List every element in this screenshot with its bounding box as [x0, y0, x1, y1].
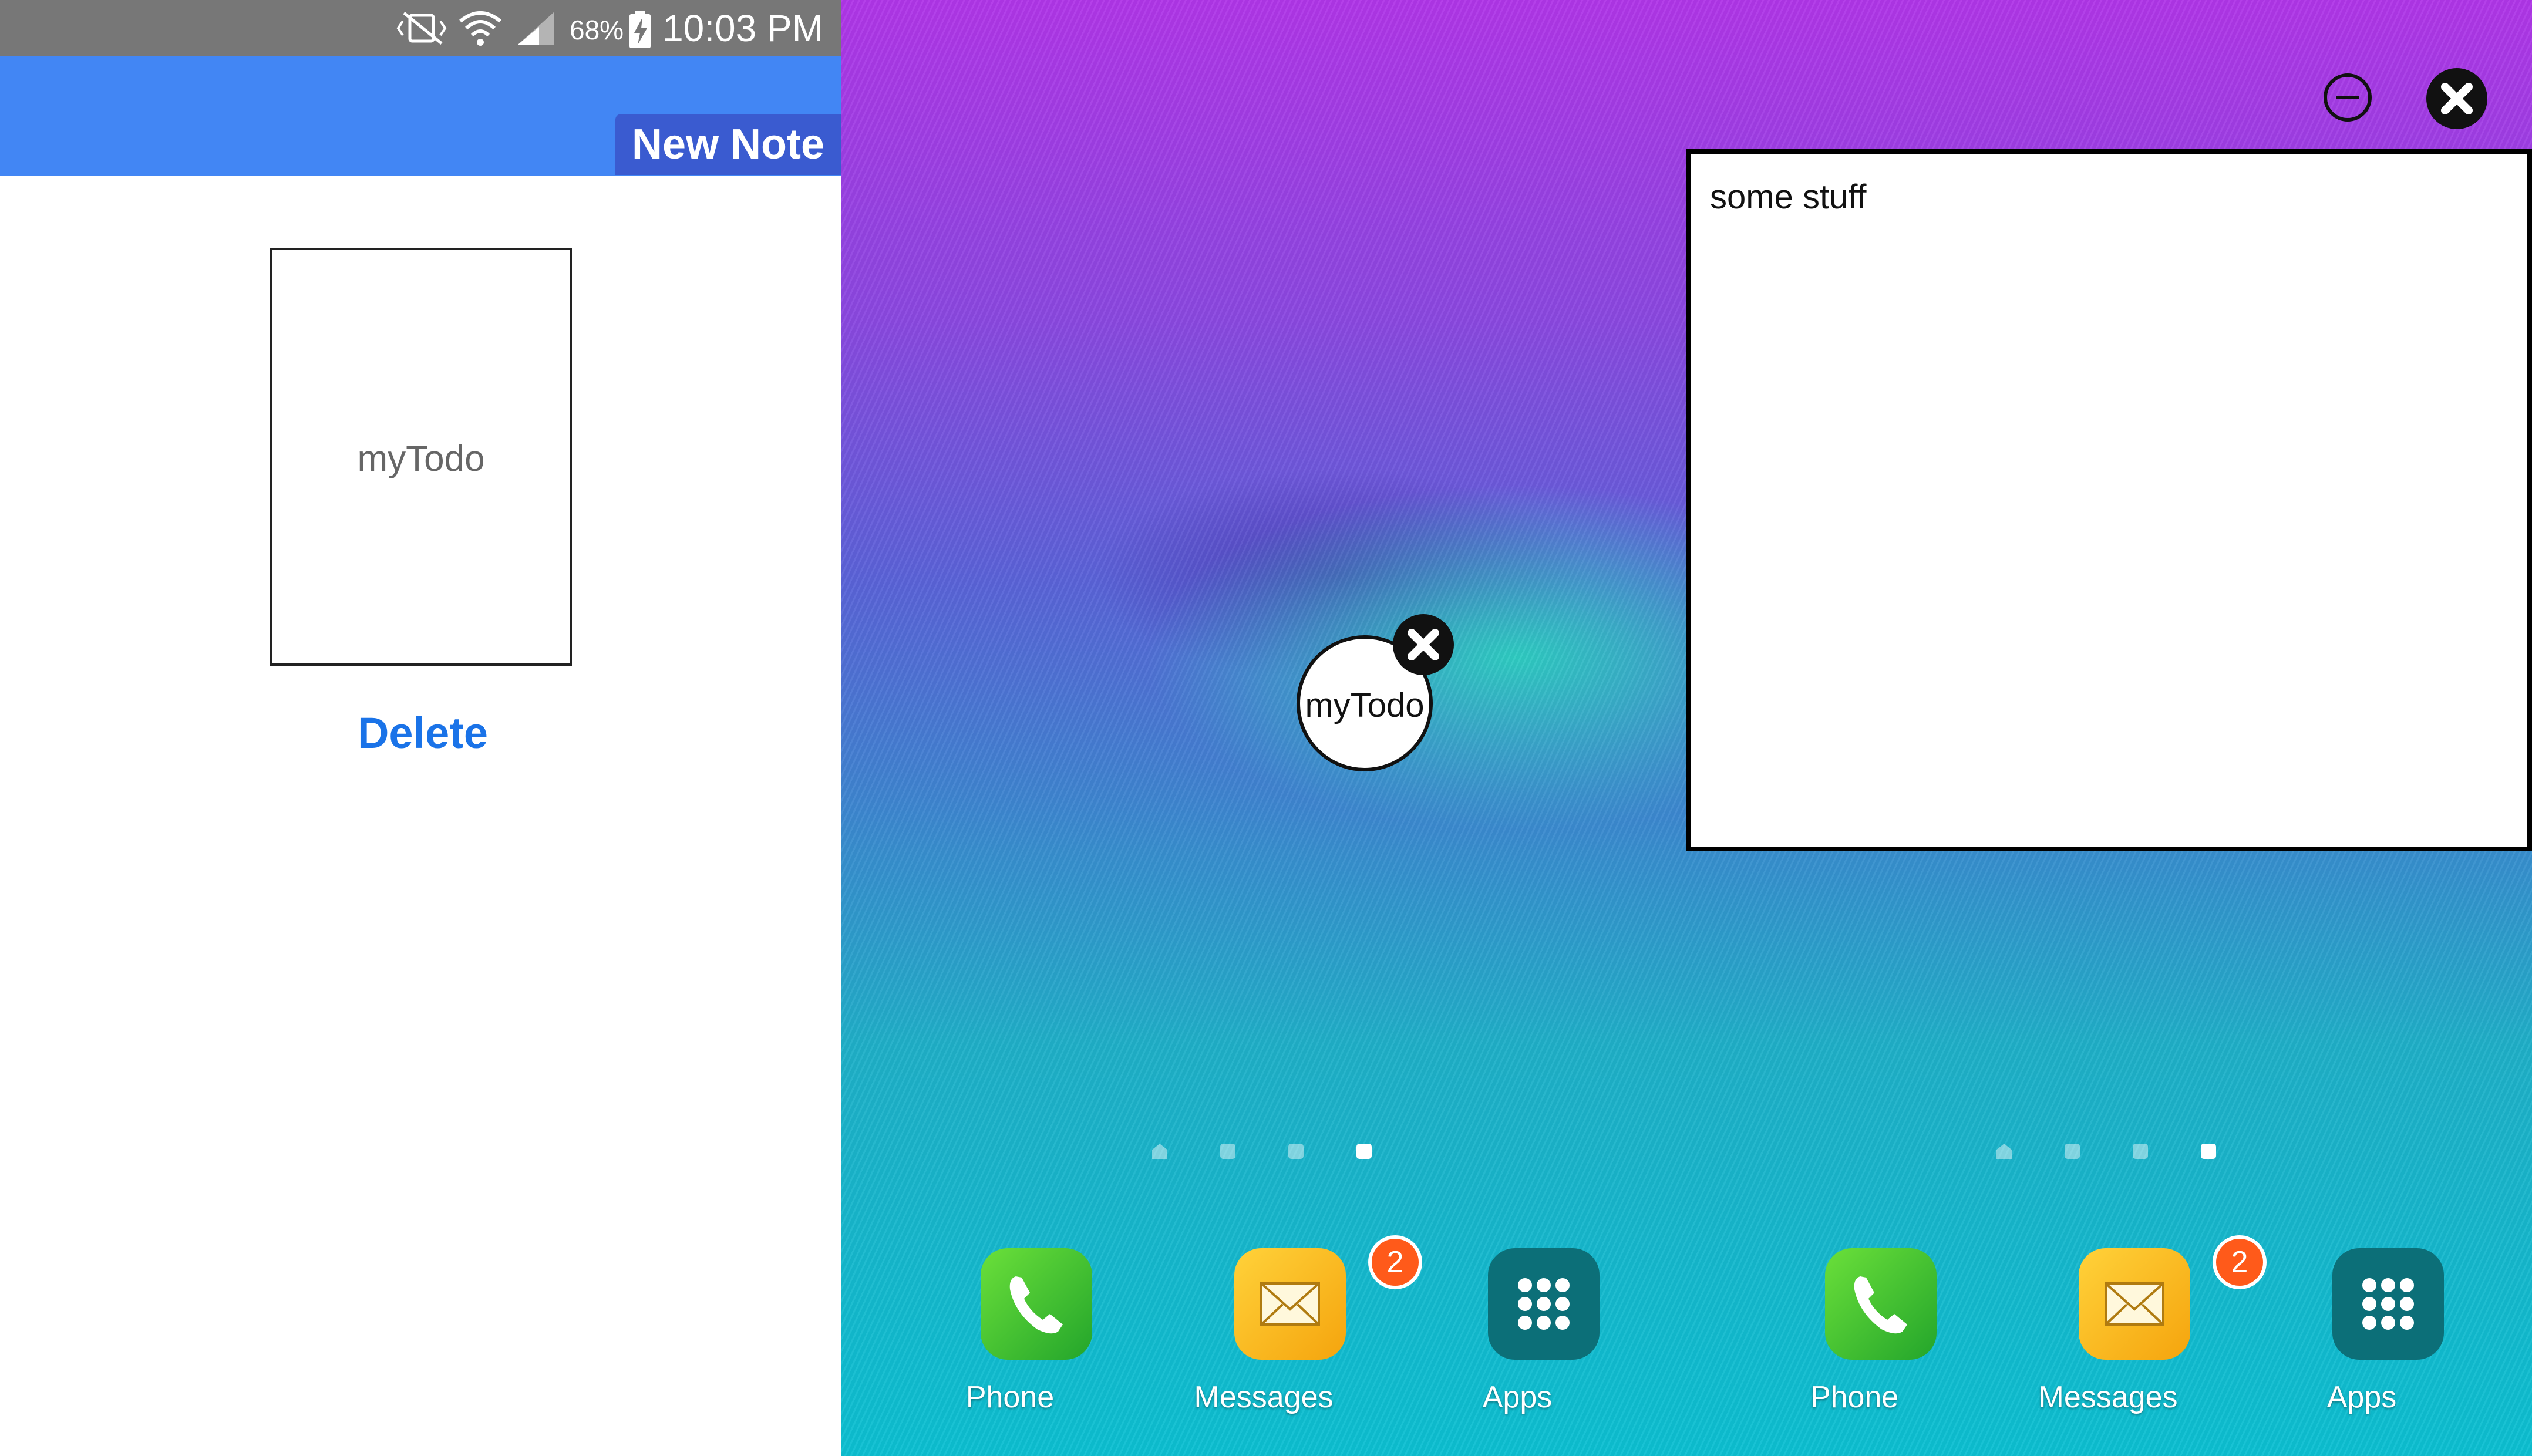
minimize-icon[interactable] — [2321, 70, 2375, 124]
status-bar: 68% 10:03 PM — [0, 0, 841, 56]
apps-grid-icon — [2332, 1248, 2444, 1360]
home-screen-bubble: myTodo Phone 2 Messages Apps — [841, 0, 1686, 1456]
phone-icon — [1825, 1248, 1937, 1360]
dock-phone[interactable]: Phone — [922, 1245, 1098, 1433]
envelope-icon: 2 — [1234, 1235, 1422, 1360]
signal-icon — [518, 12, 554, 45]
dock-label-apps: Apps — [2326, 1380, 2397, 1414]
dock-apps[interactable]: Apps — [2274, 1245, 2450, 1433]
dock-messages[interactable]: 2 Messages — [1176, 1235, 1422, 1433]
dock-messages[interactable]: 2 Messages — [2020, 1235, 2267, 1433]
dock-label-messages: Messages — [2038, 1380, 2178, 1414]
close-icon[interactable] — [2426, 68, 2487, 129]
note-card[interactable]: myTodo — [270, 248, 572, 666]
dock-phone[interactable]: Phone — [1766, 1245, 1942, 1433]
close-icon[interactable] — [1393, 614, 1454, 675]
note-editor-window[interactable]: some stuff — [1686, 149, 2532, 851]
phone-icon — [981, 1248, 1092, 1360]
envelope-icon: 2 — [2079, 1235, 2267, 1360]
page-dot[interactable] — [1220, 1144, 1235, 1159]
note-app-screen: 68% 10:03 PM New Note myTodo Delete — [0, 0, 841, 1456]
page-dot[interactable] — [1288, 1144, 1304, 1159]
delete-button[interactable]: Delete — [270, 708, 575, 758]
mute-vibrate-icon — [396, 12, 447, 45]
home-page-dot[interactable] — [1152, 1144, 1167, 1159]
dock-label-phone: Phone — [1810, 1380, 1899, 1414]
page-dot[interactable] — [2065, 1144, 2080, 1159]
wallpaper — [841, 0, 1686, 1456]
dock-apps[interactable]: Apps — [1429, 1245, 1605, 1433]
unread-badge: 2 — [2213, 1235, 2267, 1289]
page-dot[interactable] — [2133, 1144, 2148, 1159]
note-content[interactable]: some stuff — [1710, 177, 1867, 217]
note-title: myTodo — [357, 439, 485, 479]
wifi-icon — [459, 11, 501, 46]
apps-grid-icon — [1488, 1248, 1600, 1360]
battery-charging-icon — [629, 11, 651, 48]
home-page-dot[interactable] — [1996, 1144, 2012, 1159]
dock-label-messages: Messages — [1194, 1380, 1334, 1414]
page-indicator — [1686, 1144, 2532, 1161]
dock-label-phone: Phone — [965, 1380, 1055, 1414]
unread-badge: 2 — [1368, 1235, 1422, 1289]
home-screen-note-window: some stuff Phone 2 Messages Apps — [1686, 0, 2532, 1456]
page-dot-active[interactable] — [2201, 1144, 2216, 1159]
page-dot-active[interactable] — [1356, 1144, 1372, 1159]
battery-percent: 68% — [570, 15, 624, 45]
new-note-button[interactable]: New Note — [615, 114, 841, 175]
bubble-label: myTodo — [1305, 686, 1425, 724]
dock-label-apps: Apps — [1482, 1380, 1553, 1414]
page-indicator — [841, 1144, 1686, 1161]
status-time: 10:03 PM — [662, 7, 823, 49]
